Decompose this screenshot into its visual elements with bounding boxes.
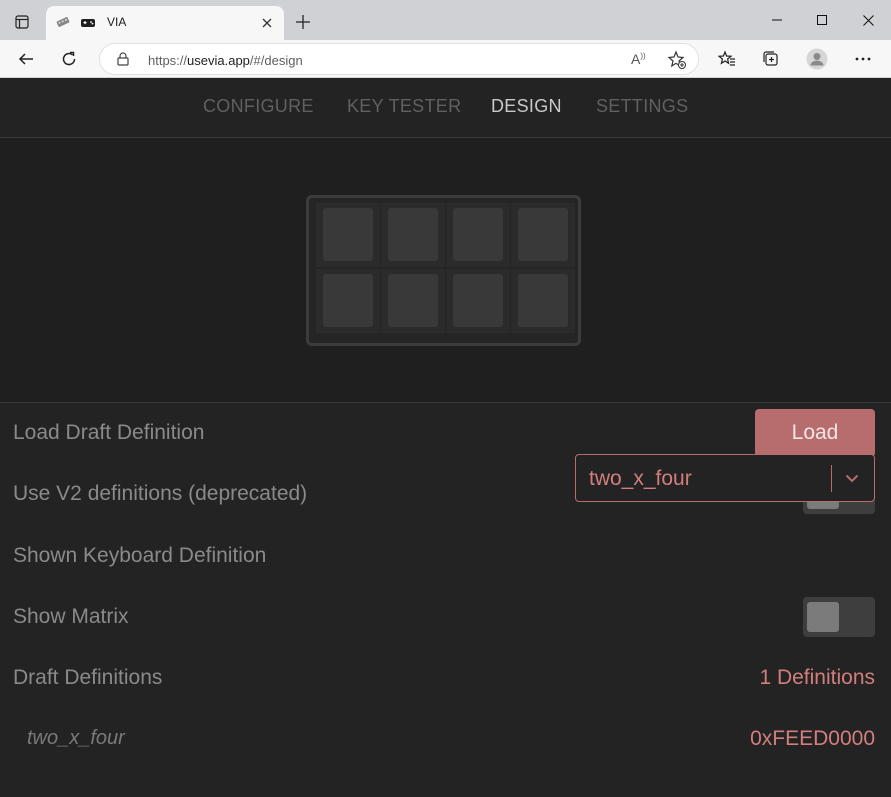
keyboard-preview-panel xyxy=(0,138,891,403)
definitions-count: 1 Definitions xyxy=(759,666,875,689)
definition-entry-name: two_x_four xyxy=(27,727,125,749)
tab-design[interactable]: DESIGN xyxy=(491,96,562,117)
refresh-icon[interactable] xyxy=(55,45,83,73)
definition-select-value: two_x_four xyxy=(589,467,692,490)
new-tab-icon[interactable] xyxy=(291,10,315,34)
load-button[interactable]: Load xyxy=(755,409,875,457)
browser-toolbar: https://usevia.app/#/design A)) xyxy=(0,40,891,78)
url-text: https://usevia.app/#/design xyxy=(148,53,303,68)
tab-settings[interactable]: SETTINGS xyxy=(596,96,688,117)
gamepad-icon xyxy=(80,16,96,34)
address-bar[interactable]: https://usevia.app/#/design A)) xyxy=(99,43,699,75)
load-draft-label: Load Draft Definition xyxy=(13,421,205,444)
read-aloud-icon[interactable]: A)) xyxy=(631,51,646,67)
browser-tab-via[interactable]: VIA xyxy=(46,6,284,40)
show-matrix-label: Show Matrix xyxy=(13,605,129,628)
profile-avatar-icon[interactable] xyxy=(803,45,831,73)
keyboard-key[interactable] xyxy=(511,269,575,333)
keyboard-key[interactable] xyxy=(446,203,510,267)
chevron-down-icon[interactable] xyxy=(844,470,860,491)
back-icon[interactable] xyxy=(12,45,40,73)
shown-definition-label: Shown Keyboard Definition xyxy=(13,544,267,567)
keyboard-key[interactable] xyxy=(511,203,575,267)
favorites-icon[interactable] xyxy=(713,45,741,73)
add-favorite-icon[interactable] xyxy=(667,50,687,75)
draft-definitions-label: Draft Definitions xyxy=(13,666,163,689)
browser-tab-bar: VIA xyxy=(0,0,891,40)
lock-icon[interactable] xyxy=(117,52,129,71)
keyboard-key[interactable] xyxy=(381,203,445,267)
keyboard-key[interactable] xyxy=(316,269,380,333)
keyboard-key[interactable] xyxy=(446,269,510,333)
definition-select[interactable]: two_x_four xyxy=(575,454,875,502)
tab-actions-icon[interactable] xyxy=(8,9,36,35)
more-menu-icon[interactable] xyxy=(849,45,877,73)
use-v2-label: Use V2 definitions (deprecated) xyxy=(13,482,308,505)
select-separator xyxy=(831,465,832,492)
tab-key-tester[interactable]: KEY TESTER xyxy=(347,96,461,117)
keyboard-key[interactable] xyxy=(381,269,445,333)
via-app: CONFIGURE KEY TESTER DESIGN SETTINGS Loa… xyxy=(0,78,891,797)
keyboard-key[interactable] xyxy=(316,203,380,267)
close-window-icon[interactable] xyxy=(845,6,891,34)
definition-entry-id: 0xFEED0000 xyxy=(750,727,875,750)
top-nav: CONFIGURE KEY TESTER DESIGN SETTINGS xyxy=(0,78,891,138)
collections-icon[interactable] xyxy=(757,45,785,73)
keyboard-favicon-icon xyxy=(55,15,71,34)
minimize-icon[interactable] xyxy=(754,6,800,34)
tab-configure[interactable]: CONFIGURE xyxy=(203,96,314,117)
maximize-icon[interactable] xyxy=(799,6,845,34)
tab-title: VIA xyxy=(107,15,127,29)
show-matrix-toggle[interactable] xyxy=(803,597,875,637)
keyboard-preview xyxy=(306,195,581,346)
close-tab-icon[interactable] xyxy=(258,14,276,32)
